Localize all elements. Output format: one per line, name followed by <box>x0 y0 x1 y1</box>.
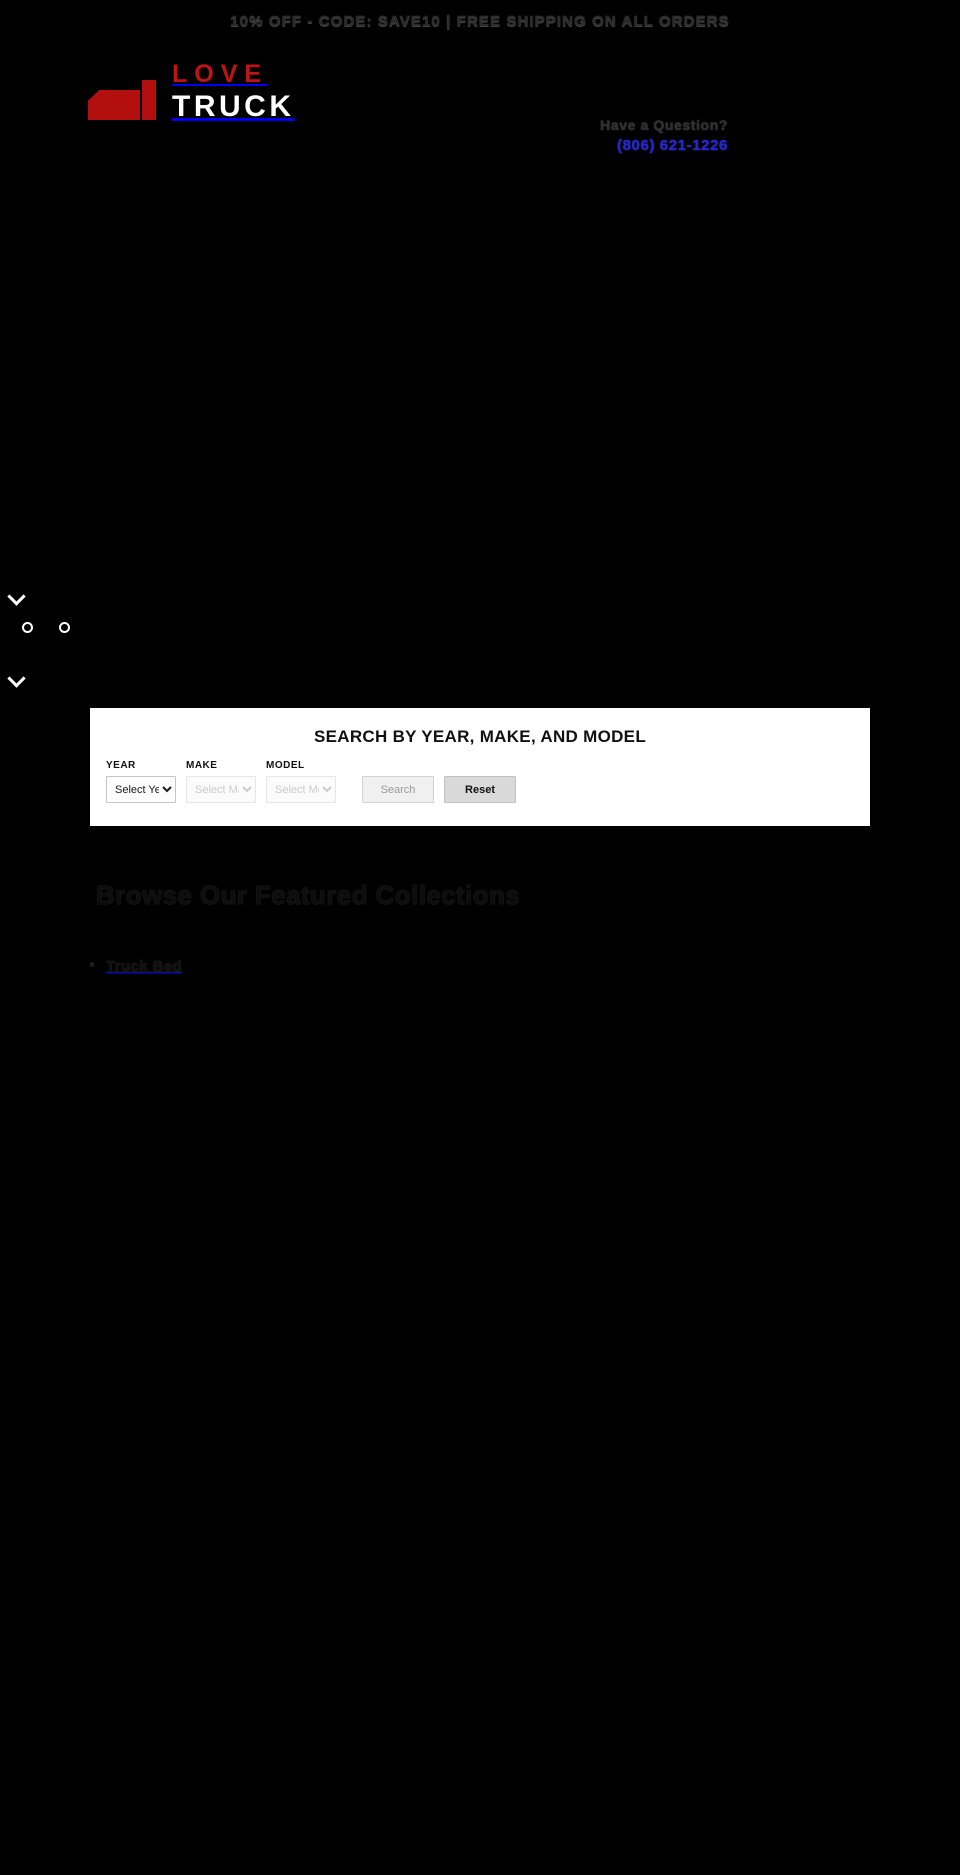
featured-collections-title: Browse Our Featured Collections <box>96 880 521 910</box>
chevron-down-icon-next[interactable] <box>8 672 26 684</box>
model-select[interactable]: Select Model <box>266 776 336 803</box>
chevron-down-icon-prev[interactable] <box>8 590 26 602</box>
make-field-group: MAKE Select Make <box>186 760 256 803</box>
vehicle-search-title: SEARCH BY YEAR, MAKE, AND MODEL <box>313 727 647 746</box>
collection-card-title: Truck Bed <box>106 958 183 975</box>
announcement-bar: 10% OFF - CODE: SAVE10 | FREE SHIPPING O… <box>0 0 960 42</box>
logo-truck-text: TRUCK <box>172 90 295 123</box>
carousel-dot-2[interactable] <box>59 622 70 633</box>
search-button[interactable]: Search <box>362 776 434 803</box>
carousel-dot-1[interactable] <box>22 622 33 633</box>
year-select[interactable]: Select Year <box>106 776 176 803</box>
collection-card-truck-bed[interactable]: Truck Bed <box>89 958 278 976</box>
carousel-dots <box>22 622 70 633</box>
contact-phone-link[interactable]: (806) 621-1226 <box>600 137 728 154</box>
logo-love-text: LOVE <box>172 60 269 88</box>
featured-collections-section: Browse Our Featured Collections Truck Be… <box>0 880 960 975</box>
truck-mark-icon <box>88 76 160 120</box>
logo-text: LOVE TRUCK <box>172 62 295 122</box>
make-select[interactable]: Select Make <box>186 776 256 803</box>
model-label: MODEL <box>266 760 305 771</box>
announcement-text: 10% OFF - CODE: SAVE10 | FREE SHIPPING O… <box>230 12 730 30</box>
make-label: MAKE <box>186 760 218 771</box>
site-logo[interactable]: LOVE TRUCK <box>88 62 295 122</box>
reset-button[interactable]: Reset <box>444 776 516 803</box>
hero-carousel <box>0 182 960 682</box>
vehicle-search-row: YEAR Select Year MAKE Select Make MODEL … <box>90 747 870 803</box>
vehicle-search-panel: SEARCH BY YEAR, MAKE, AND MODEL YEAR Sel… <box>90 708 870 826</box>
contact-question-label: Have a Question? <box>600 117 728 133</box>
year-label: YEAR <box>106 760 136 771</box>
header-contact: Have a Question? (806) 621-1226 <box>600 117 728 154</box>
model-field-group: MODEL Select Model <box>266 760 336 803</box>
site-header: LOVE TRUCK Have a Question? (806) 621-12… <box>0 42 960 182</box>
page-lower-empty-region <box>0 1200 960 1875</box>
year-field-group: YEAR Select Year <box>106 760 176 803</box>
page-root: 10% OFF - CODE: SAVE10 | FREE SHIPPING O… <box>0 0 960 1875</box>
